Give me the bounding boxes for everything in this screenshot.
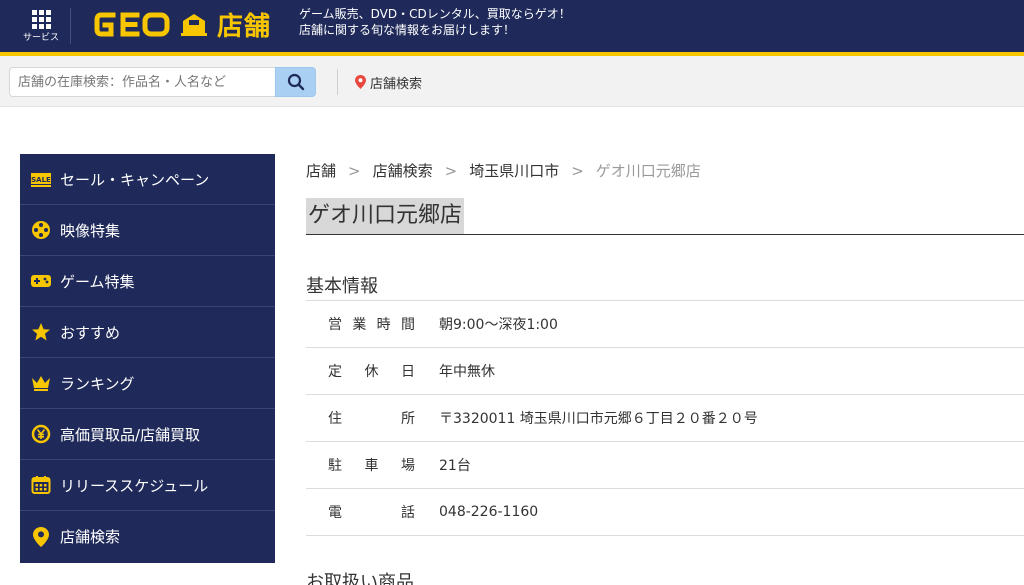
top-header: サービス 店舗 ゲーム販売、DVD・CDレンタル、買取ならゲオ！ 店舗に関する旬… — [0, 0, 1024, 52]
info-value: 朝9:00〜深夜1:00 — [439, 317, 558, 333]
sidebar-item-label: ランキング — [60, 374, 135, 393]
game-controller-icon — [30, 270, 52, 292]
yen-exchange-icon — [30, 423, 52, 445]
shop-building-icon — [181, 14, 207, 36]
info-value: 21台 — [439, 458, 471, 474]
star-icon — [30, 321, 52, 343]
header-tagline: ゲーム販売、DVD・CDレンタル、買取ならゲオ！ 店舗に関する旬な情報をお届けし… — [299, 6, 571, 38]
sidebar-item-sale[interactable]: SALE セール・キャンペーン — [20, 154, 275, 205]
store-search-label: 店舗検索 — [370, 76, 423, 92]
sidebar-item-label: 店舗検索 — [60, 528, 121, 546]
sidebar-item-label: おすすめ — [60, 323, 121, 342]
breadcrumb-separator: > — [348, 161, 361, 180]
film-reel-icon — [30, 219, 52, 241]
sale-icon: SALE — [30, 168, 52, 190]
info-row-address: 住所 〒3320011 埼玉県川口市元郷６丁目２０番２０号 — [306, 395, 1024, 442]
sidebar-item-video[interactable]: 映像特集 — [20, 205, 275, 256]
info-label: 住所 — [328, 411, 415, 427]
info-label: 電話 — [328, 505, 415, 521]
tagline-line-2: 店舗に関する旬な情報をお届けします！ — [299, 23, 516, 37]
search-bar: 店舗検索 — [0, 56, 1024, 107]
search-button[interactable] — [275, 67, 316, 97]
info-row-holidays: 定休日 年中無休 — [306, 348, 1024, 395]
info-label: 駐車場 — [328, 458, 415, 474]
info-value: 年中無休 — [439, 364, 495, 380]
geo-logo-mark — [94, 12, 170, 37]
info-label: 営業時間 — [328, 317, 415, 333]
breadcrumb: 店舗 > 店舗検索 > 埼玉県川口市 > ゲオ川口元郷店 — [306, 160, 701, 181]
info-row-hours: 営業時間 朝9:00〜深夜1:00 — [306, 301, 1024, 348]
sidebar-item-recommend[interactable]: おすすめ — [20, 307, 275, 358]
page-title: ゲオ川口元郷店 — [306, 198, 465, 234]
calendar-icon — [30, 474, 52, 496]
header-divider — [70, 8, 71, 44]
breadcrumb-link-store[interactable]: 店舗 — [306, 160, 336, 181]
store-search-link[interactable]: 店舗検索 — [355, 73, 423, 92]
breadcrumb-current: ゲオ川口元郷店 — [595, 162, 701, 180]
service-label: サービス — [22, 32, 59, 43]
inventory-search-input[interactable] — [9, 67, 275, 97]
crown-icon — [30, 372, 52, 394]
svg-text:SALE: SALE — [31, 176, 51, 184]
title-underline — [306, 234, 1024, 235]
map-pin-icon — [355, 75, 366, 89]
sidebar-item-label: 映像特集 — [60, 221, 121, 240]
sidebar-item-store-search[interactable]: 店舗検索 — [20, 511, 275, 562]
map-pin-icon — [30, 526, 52, 548]
products-heading: お取扱い商品 — [306, 572, 414, 585]
sidebar-item-buyback[interactable]: 高価買取品/店舗買取 — [20, 409, 275, 460]
info-value: 〒3320011 埼玉県川口市元郷６丁目２０番２０号 — [439, 411, 758, 427]
breadcrumb-link-city[interactable]: 埼玉県川口市 — [469, 160, 559, 181]
sidebar-item-ranking[interactable]: ランキング — [20, 358, 275, 409]
basic-info-heading: 基本情報 — [306, 276, 378, 297]
breadcrumb-separator: > — [571, 161, 584, 180]
info-label: 定休日 — [328, 364, 415, 380]
breadcrumb-separator: > — [444, 161, 458, 180]
geo-logo[interactable]: 店舗 — [93, 6, 271, 42]
tagline-line-1: ゲーム販売、DVD・CDレンタル、買取ならゲオ！ — [299, 7, 571, 21]
search-divider — [337, 69, 338, 95]
sidebar-item-release-schedule[interactable]: リリーススケジュール — [20, 460, 275, 511]
sidebar-item-game[interactable]: ゲーム特集 — [20, 256, 275, 307]
sidebar-item-label: 高価買取品/店舗買取 — [60, 425, 201, 444]
search-icon — [287, 73, 304, 91]
breadcrumb-link-store-search[interactable]: 店舗検索 — [373, 160, 433, 181]
basic-info-table: 営業時間 朝9:00〜深夜1:00 定休日 年中無休 住所 〒3320011 埼… — [306, 300, 1024, 536]
shop-label: 店舗 — [217, 11, 272, 42]
grid-icon — [31, 9, 51, 29]
sidebar-item-label: セール・キャンペーン — [60, 170, 210, 189]
info-value: 048-226-1160 — [439, 504, 539, 520]
info-row-phone: 電話 048-226-1160 — [306, 489, 1024, 536]
sidebar-item-label: リリーススケジュール — [60, 476, 209, 495]
sidebar-nav: SALE セール・キャンペーン 映像特集 ゲーム特集 おすすめ ランキング 高価… — [20, 154, 275, 563]
service-menu-button[interactable]: サービス — [14, 0, 68, 52]
info-row-parking: 駐車場 21台 — [306, 442, 1024, 489]
sidebar-item-label: ゲーム特集 — [60, 272, 135, 291]
